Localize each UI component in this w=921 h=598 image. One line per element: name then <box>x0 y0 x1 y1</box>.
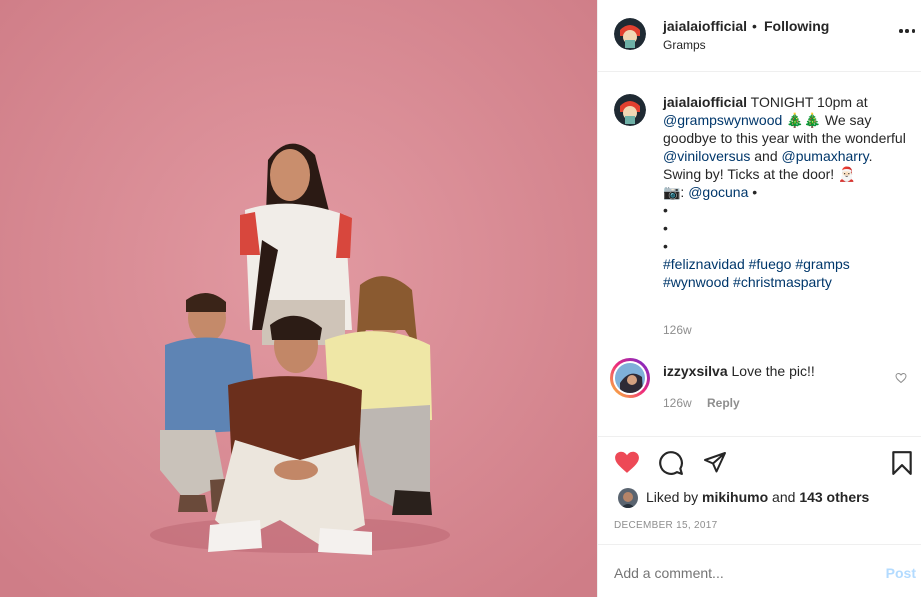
mention-link[interactable]: @pumaxharry <box>782 148 869 164</box>
liker-username[interactable]: mikihumo <box>702 489 768 505</box>
commenter-username[interactable]: izzyxsilva <box>663 363 728 379</box>
post-header: jaialaiofficial • Following Gramps <box>598 0 921 72</box>
post-side-panel: jaialaiofficial • Following Gramps jaial… <box>597 0 921 597</box>
caption-text: TONIGHT 10pm at <box>747 94 868 110</box>
caption-text: and <box>750 148 782 164</box>
reply-button[interactable]: Reply <box>707 396 740 410</box>
likes-summary: Liked by mikihumo and 143 others <box>646 489 869 505</box>
location-link[interactable]: Gramps <box>663 38 706 52</box>
header-separator: • <box>752 18 757 34</box>
comment-input[interactable] <box>614 565 864 581</box>
others-count-link[interactable]: 143 others <box>799 489 869 505</box>
post-modal: jaialaiofficial • Following Gramps jaial… <box>0 0 921 597</box>
caption-timestamp[interactable]: 126w <box>663 323 692 337</box>
likes-middle: and <box>768 489 800 505</box>
hashtag-links[interactable]: #feliznavidad #fuego #gramps <box>663 256 850 272</box>
heart-filled-icon[interactable] <box>614 450 640 474</box>
likes-prefix: Liked by <box>646 489 703 505</box>
comment-bar: Post <box>598 544 921 598</box>
caption-bullet: • <box>663 220 668 236</box>
bookmark-icon[interactable] <box>891 450 913 476</box>
author-username[interactable]: jaialaiofficial <box>663 18 747 34</box>
comment: izzyxsilva Love the pic!! <box>663 362 815 380</box>
more-options-icon[interactable] <box>899 28 915 34</box>
commenter-avatar[interactable] <box>610 358 650 398</box>
caption-author-avatar[interactable] <box>614 94 646 126</box>
heart-outline-icon[interactable] <box>895 372 907 384</box>
mention-link[interactable]: @viniloversus <box>663 148 750 164</box>
share-icon[interactable] <box>702 450 728 474</box>
author-avatar[interactable] <box>614 18 646 50</box>
comment-text: Love the pic!! <box>727 363 815 379</box>
caption-bullet: • <box>663 202 668 218</box>
post-photo[interactable] <box>0 0 597 597</box>
camera-credit-label: 📷: <box>663 184 689 200</box>
mention-link[interactable]: @grampswynwood <box>663 112 782 128</box>
liker-avatar[interactable] <box>618 488 638 508</box>
actions-divider <box>598 436 921 438</box>
band-photo-illustration <box>0 0 597 597</box>
caption-text: • <box>748 184 758 200</box>
caption-author[interactable]: jaialaiofficial <box>663 94 747 110</box>
post-comment-button[interactable]: Post <box>886 565 916 581</box>
post-date[interactable]: DECEMBER 15, 2017 <box>614 520 717 531</box>
comment-timestamp[interactable]: 126w <box>663 396 692 410</box>
mention-link[interactable]: @gocuna <box>688 184 748 200</box>
following-button[interactable]: Following <box>764 18 829 34</box>
caption-bullet: • <box>663 238 668 254</box>
post-caption: jaialaiofficial TONIGHT 10pm at @grampsw… <box>663 93 913 291</box>
comment-icon[interactable] <box>658 450 684 476</box>
hashtag-links[interactable]: #wynwood #christmasparty <box>663 274 832 290</box>
